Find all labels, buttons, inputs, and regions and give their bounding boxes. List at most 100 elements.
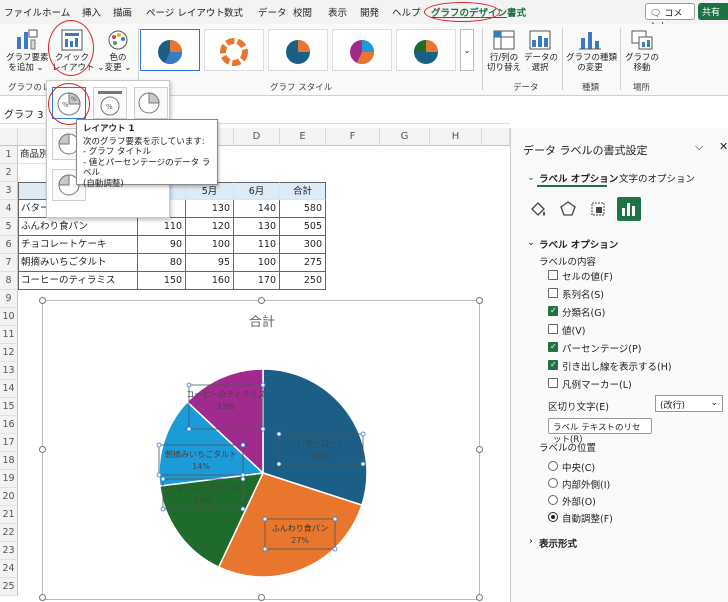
table-cell[interactable]: 100 (186, 236, 234, 254)
effects-icon[interactable] (559, 200, 577, 218)
label-handle[interactable] (156, 472, 162, 478)
table-cell[interactable]: 170 (234, 272, 280, 290)
select-data-button[interactable]: データの 選択 (524, 29, 558, 73)
row-header[interactable]: 11 (0, 326, 18, 344)
menu-data[interactable]: データ (258, 5, 287, 19)
menu-formulas[interactable]: 数式 (224, 5, 243, 19)
fill-line-icon[interactable] (529, 200, 547, 218)
close-icon[interactable]: ✕ (719, 140, 728, 153)
move-chart-button[interactable]: グラフの 移動 (624, 29, 660, 73)
position-center-radio[interactable] (548, 461, 558, 471)
row-header[interactable]: 25 (0, 578, 18, 596)
label-handle[interactable] (240, 472, 246, 478)
row-header[interactable]: 1 (0, 146, 18, 164)
name-box[interactable]: グラフ 3 (4, 106, 44, 121)
row-header[interactable]: 8 (0, 272, 18, 290)
table-cell[interactable]: 130 (186, 200, 234, 218)
menu-draw[interactable]: 描画 (113, 5, 132, 19)
label-handle[interactable] (260, 426, 266, 432)
column-header[interactable]: E (280, 128, 326, 146)
resize-handle[interactable] (258, 297, 265, 304)
row-header[interactable]: 2 (0, 164, 18, 182)
row-header[interactable]: 17 (0, 434, 18, 452)
select-all-corner[interactable] (0, 128, 18, 146)
label-handle[interactable] (160, 476, 166, 482)
table-cell[interactable]: 80 (138, 254, 186, 272)
add-chart-element-button[interactable]: グラフ要素 を追加 ⌄ (6, 29, 49, 73)
resize-handle[interactable] (39, 446, 46, 453)
menu-file[interactable]: ファイル (4, 5, 42, 19)
chart-style-4[interactable] (332, 29, 392, 71)
table-cell[interactable]: ふんわり食パン (18, 218, 138, 236)
section-label-options[interactable]: ラベル オプション (539, 237, 618, 251)
menu-page-layout[interactable]: ページ レイアウト (146, 5, 225, 19)
table-cell[interactable]: 90 (138, 236, 186, 254)
value-checkbox[interactable] (548, 324, 558, 334)
column-header[interactable]: G (380, 128, 430, 146)
menu-view[interactable]: 表示 (328, 5, 347, 19)
menu-help[interactable]: ヘルプ (392, 5, 421, 19)
legend-key-checkbox[interactable] (548, 378, 558, 388)
comment-button[interactable]: 🗨 コメント (645, 3, 695, 32)
row-header[interactable]: 21 (0, 506, 18, 524)
label-handle[interactable] (332, 516, 338, 522)
section-number[interactable]: 表示形式 (539, 536, 577, 550)
label-handle[interactable] (240, 442, 246, 448)
label-handle[interactable] (360, 461, 366, 467)
row-header[interactable]: 23 (0, 542, 18, 560)
row-header[interactable]: 9 (0, 290, 18, 308)
label-handle[interactable] (186, 382, 192, 388)
table-cell[interactable]: 250 (280, 272, 326, 290)
tab-text-options[interactable]: 文字のオプション (619, 171, 695, 185)
layout-3-option[interactable] (134, 87, 168, 119)
table-cell[interactable]: 160 (186, 272, 234, 290)
position-best-fit-radio[interactable] (548, 512, 558, 522)
row-header[interactable]: 19 (0, 470, 18, 488)
label-handle[interactable] (260, 382, 266, 388)
resize-handle[interactable] (476, 446, 483, 453)
column-header[interactable]: D (234, 128, 280, 146)
resize-handle[interactable] (258, 594, 265, 601)
menu-review[interactable]: 校閲 (293, 5, 312, 19)
reset-label-text-button[interactable]: ラベル テキストのリセット(R) (548, 418, 652, 445)
header-cell[interactable]: 6月 (234, 182, 280, 200)
menu-developer[interactable]: 開発 (360, 5, 379, 19)
pie-chart-area[interactable]: 合計 バターロール 30% ふんわり食パン 27% チョコレートケーキ 16% 朝摘みいちご… (42, 300, 480, 600)
tab-label-options[interactable]: ラベル オプション (539, 171, 618, 185)
row-header[interactable]: 24 (0, 560, 18, 578)
resize-handle[interactable] (476, 297, 483, 304)
row-header[interactable]: 18 (0, 452, 18, 470)
category-name-checkbox[interactable]: ✓ (548, 306, 558, 316)
table-cell[interactable]: 150 (138, 272, 186, 290)
menu-home[interactable]: ホーム (42, 5, 70, 19)
position-outside-end-radio[interactable] (548, 495, 558, 505)
change-chart-type-button[interactable]: グラフの種類 の変更 (566, 29, 617, 73)
menu-format[interactable]: 書式 (507, 5, 526, 19)
separator-dropdown[interactable]: (改行) ⌄ (655, 395, 723, 412)
label-handle[interactable] (160, 506, 166, 512)
chevron-down-icon[interactable]: ⌵ (695, 140, 703, 154)
resize-handle[interactable] (39, 297, 46, 304)
row-header[interactable]: 20 (0, 488, 18, 506)
row-header[interactable]: 16 (0, 416, 18, 434)
percentage-checkbox[interactable]: ✓ (548, 342, 558, 352)
table-cell[interactable]: 110 (138, 218, 186, 236)
row-header[interactable]: 13 (0, 362, 18, 380)
column-header[interactable]: H (430, 128, 482, 146)
switch-row-column-button[interactable]: 行/列の 切り替え (486, 29, 522, 73)
chart-style-5[interactable] (396, 29, 456, 71)
position-inside-end-radio[interactable] (548, 478, 558, 488)
row-header[interactable]: 22 (0, 524, 18, 542)
styles-more-button[interactable]: ⌄ (460, 29, 474, 71)
header-cell[interactable]: 合計 (280, 182, 326, 200)
table-cell[interactable]: 580 (280, 200, 326, 218)
cell-value-checkbox[interactable] (548, 270, 558, 280)
label-handle[interactable] (156, 442, 162, 448)
leader-lines-checkbox[interactable]: ✓ (548, 360, 558, 370)
label-handle[interactable] (332, 546, 338, 552)
size-properties-icon[interactable] (589, 200, 607, 218)
series-name-checkbox[interactable] (548, 288, 558, 298)
resize-handle[interactable] (476, 594, 483, 601)
row-header[interactable]: 12 (0, 344, 18, 362)
table-cell[interactable]: 275 (280, 254, 326, 272)
